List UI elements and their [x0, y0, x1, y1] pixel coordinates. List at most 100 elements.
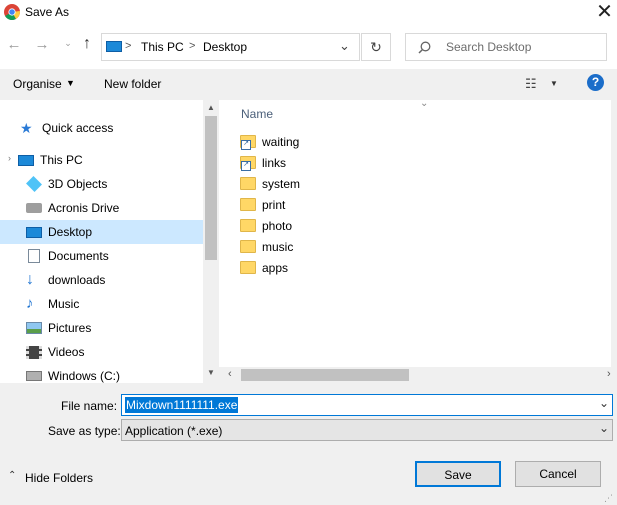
search-box[interactable]: Search Desktop — [405, 33, 607, 61]
file-name-input[interactable]: Mixdown1111111.exe — [125, 397, 239, 413]
folder-icon — [240, 177, 256, 190]
close-button[interactable]: ✕ — [592, 0, 617, 25]
3d-objects-icon — [26, 176, 42, 192]
folder-shortcut-icon — [240, 156, 256, 171]
star-icon: ★ — [20, 120, 33, 136]
cancel-button[interactable]: Cancel — [515, 461, 601, 487]
file-row[interactable]: waiting — [240, 131, 299, 152]
file-row[interactable]: music — [240, 236, 293, 257]
hide-folders-button[interactable]: Hide Folders — [25, 471, 93, 485]
address-bar[interactable]: > This PC > Desktop ⌄ — [101, 33, 360, 61]
nav-label: Desktop — [48, 225, 93, 239]
title-bar: Save As ✕ — [0, 0, 617, 25]
pictures-icon — [26, 322, 42, 334]
file-row[interactable]: links — [240, 152, 286, 173]
folder-shortcut-icon — [240, 135, 256, 150]
hard-drive-icon — [26, 371, 42, 381]
column-header-name[interactable]: Name — [241, 107, 273, 121]
nav-this-pc[interactable]: This PC — [0, 148, 203, 172]
videos-icon — [26, 345, 42, 359]
music-note-icon: ♪ — [26, 295, 34, 312]
breadcrumb-separator-icon: > — [189, 40, 196, 52]
back-arrow-icon[interactable]: ← — [5, 36, 23, 53]
file-name: waiting — [262, 134, 300, 149]
view-options-icon[interactable]: ☷ — [525, 76, 537, 92]
nav-label: Videos — [48, 345, 85, 359]
nav-desktop[interactable]: Desktop — [0, 220, 203, 244]
nav-acronis-drive[interactable]: Acronis Drive — [0, 196, 203, 220]
search-icon — [418, 41, 431, 54]
file-row[interactable]: apps — [240, 257, 288, 278]
scroll-down-arrow-icon[interactable]: ▼ — [207, 368, 215, 377]
scrollbar-thumb[interactable] — [241, 369, 409, 381]
save-as-type-chevron-icon[interactable]: ⌄ — [599, 421, 609, 435]
nav-label: downloads — [48, 273, 106, 287]
organise-button[interactable]: Organise — [13, 77, 62, 91]
new-folder-button[interactable]: New folder — [104, 77, 161, 91]
help-icon[interactable]: ? — [587, 74, 604, 91]
file-name: system — [262, 176, 301, 191]
nav-quick-access[interactable]: ★ Quick access — [0, 116, 203, 140]
save-as-type-value: Application (*.exe) — [125, 424, 223, 438]
expand-chevron-icon[interactable]: › — [8, 153, 11, 163]
nav-label: Music — [48, 297, 80, 311]
computer-icon — [18, 154, 34, 166]
nav-downloads[interactable]: ↓ downloads — [0, 268, 203, 292]
nav-label: This PC — [40, 153, 83, 167]
nav-videos[interactable]: Videos — [0, 340, 203, 364]
file-row[interactable]: print — [240, 194, 285, 215]
view-options-chevron-icon[interactable]: ▼ — [550, 79, 558, 88]
nav-pictures[interactable]: Pictures — [0, 316, 203, 340]
breadcrumb-separator-icon: > — [125, 40, 132, 52]
nav-label: Pictures — [48, 321, 92, 335]
horizontal-scrollbar[interactable]: ‹ › — [219, 367, 617, 383]
file-row[interactable]: system — [240, 173, 300, 194]
documents-icon — [28, 249, 40, 263]
address-dropdown-chevron-icon[interactable]: ⌄ — [339, 38, 350, 54]
scroll-right-arrow-icon[interactable]: › — [607, 368, 611, 380]
folder-icon — [240, 219, 256, 232]
resize-grip-icon[interactable]: ⋰ — [604, 493, 613, 504]
up-arrow-icon[interactable]: ↑ — [78, 35, 96, 53]
nav-documents[interactable]: Documents — [0, 244, 203, 268]
nav-label: Quick access — [42, 121, 114, 135]
forward-arrow-icon[interactable]: → — [33, 36, 51, 53]
this-pc-icon — [106, 41, 122, 52]
file-name-label: File name: — [61, 399, 118, 413]
refresh-button[interactable]: ↻ — [361, 33, 391, 61]
file-name-field[interactable]: Mixdown1111111.exe ⌄ — [121, 394, 613, 416]
organise-chevron-icon[interactable]: ▼ — [66, 78, 75, 88]
scrollbar-thumb[interactable] — [205, 116, 217, 260]
save-as-type-select[interactable]: Application (*.exe) ⌄ — [121, 419, 613, 441]
sort-chevron-icon: ⌄ — [420, 98, 429, 109]
drive-icon — [26, 203, 42, 213]
window-title: Save As — [25, 5, 70, 19]
search-input[interactable]: Search Desktop — [446, 40, 531, 54]
scroll-up-arrow-icon[interactable]: ▲ — [207, 103, 215, 112]
nav-label: 3D Objects — [48, 177, 108, 191]
recent-locations-chevron-icon[interactable]: ⌄ — [59, 38, 77, 49]
breadcrumb-desktop[interactable]: Desktop — [203, 40, 247, 54]
file-name: print — [262, 197, 286, 212]
folder-icon — [240, 261, 256, 274]
nav-label: Documents — [48, 249, 109, 263]
file-pane-scrollbar[interactable] — [611, 100, 617, 367]
nav-label: Windows (C:) — [48, 369, 121, 383]
file-name: photo — [262, 218, 293, 233]
nav-windows-c[interactable]: Windows (C:) — [0, 364, 203, 383]
scroll-left-arrow-icon[interactable]: ‹ — [228, 368, 232, 380]
breadcrumb-this-pc[interactable]: This PC — [141, 40, 184, 54]
file-name: music — [262, 239, 294, 254]
desktop-icon — [26, 226, 42, 238]
nav-3d-objects[interactable]: 3D Objects — [0, 172, 203, 196]
save-button[interactable]: Save — [415, 461, 501, 487]
download-arrow-icon: ↓ — [26, 271, 34, 288]
file-row[interactable]: photo — [240, 215, 292, 236]
nav-music[interactable]: ♪ Music — [0, 292, 203, 316]
navigation-pane: ★ Quick access This PC 3D Objects Acroni… — [0, 100, 219, 383]
folder-icon — [240, 240, 256, 253]
file-name-dropdown-chevron-icon[interactable]: ⌄ — [599, 396, 609, 410]
hide-folders-chevron-icon[interactable]: ⌃ — [8, 470, 16, 481]
save-as-type-label: Save as type: — [48, 424, 121, 438]
navigation-scrollbar[interactable]: ▲ ▼ — [203, 100, 219, 383]
